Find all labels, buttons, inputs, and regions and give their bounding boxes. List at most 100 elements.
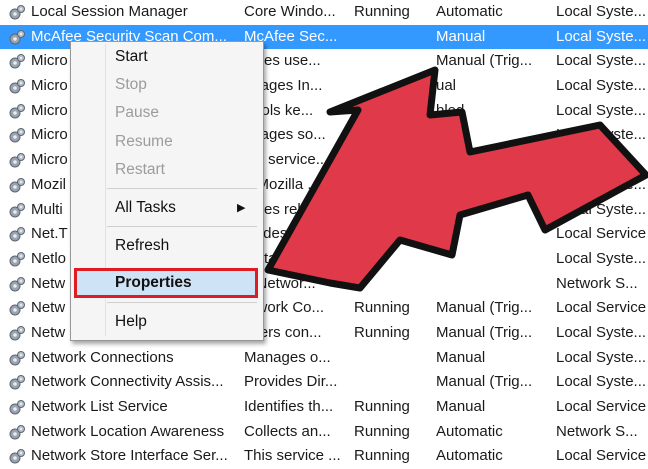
service-startup-type: Manual bbox=[436, 348, 486, 366]
gear-icon bbox=[9, 375, 25, 390]
service-row[interactable]: Network List Service Identifies th... Runn… bbox=[0, 395, 648, 420]
service-status bbox=[354, 74, 430, 99]
service-log-on-as: Local Syste... bbox=[556, 27, 647, 45]
chevron-right-icon: ▶ bbox=[237, 202, 246, 214]
menu-item-all-tasks[interactable]: All Tasks ▶ bbox=[71, 195, 263, 221]
service-description: Identifies th... bbox=[244, 398, 334, 415]
gear-icon bbox=[9, 79, 25, 94]
service-status bbox=[354, 99, 430, 124]
service-startup-type: ual bbox=[436, 77, 457, 95]
service-startup-type bbox=[436, 247, 548, 272]
gear-icon bbox=[9, 251, 25, 267]
service-status bbox=[354, 370, 430, 395]
menu-item-help[interactable]: Help bbox=[71, 309, 263, 335]
service-log-on-as: Local Syste... bbox=[556, 175, 647, 193]
gear-icon bbox=[9, 424, 25, 440]
service-log-on-as: Local Service bbox=[556, 225, 647, 243]
service-status bbox=[354, 247, 430, 272]
service-startup-type: bled bbox=[436, 101, 465, 119]
service-log-on-as: Local Syste... bbox=[556, 101, 647, 119]
service-startup-type bbox=[436, 198, 548, 223]
service-name: Local Session Manager bbox=[31, 3, 188, 20]
service-startup-type: Manual (Trig... bbox=[436, 52, 533, 70]
gear-icon bbox=[9, 301, 25, 316]
service-log-on-as: Local Syste... bbox=[556, 3, 647, 20]
gear-icon bbox=[9, 325, 25, 341]
service-startup-type bbox=[436, 222, 548, 247]
service-startup-type: Manual bbox=[436, 27, 486, 45]
service-description: Manages o... bbox=[244, 348, 331, 366]
gear-icon bbox=[9, 54, 25, 69]
service-startup-type bbox=[436, 148, 548, 173]
service-startup-type: ual bbox=[436, 126, 457, 144]
service-row[interactable]: Network Store Interface Ser... This servi… bbox=[0, 444, 648, 469]
service-description: Collects an... bbox=[244, 422, 331, 440]
service-status bbox=[354, 222, 430, 247]
service-status bbox=[354, 123, 430, 148]
service-log-on-as: Local Syste... bbox=[556, 323, 647, 341]
menu-item-pause: Pause bbox=[115, 104, 159, 121]
gear-icon bbox=[9, 103, 25, 119]
service-description: Core Windo... bbox=[244, 3, 336, 20]
menu-separator bbox=[107, 188, 257, 189]
service-status bbox=[354, 148, 430, 173]
menu-item-refresh[interactable]: Refresh bbox=[71, 233, 263, 259]
service-row[interactable]: Network Connections Manages o... Manual Loc… bbox=[0, 346, 648, 371]
service-status: Running bbox=[354, 3, 410, 20]
gear-icon bbox=[9, 29, 25, 45]
gear-icon bbox=[9, 202, 25, 217]
service-description: Provides Dir... bbox=[244, 373, 338, 391]
gear-icon bbox=[9, 276, 25, 292]
service-row[interactable]: Local Session Manager Core Windo... Runnin… bbox=[0, 0, 648, 25]
service-status: Running bbox=[354, 323, 410, 341]
service-log-on-as: Local Syste... bbox=[556, 373, 647, 391]
service-log-on-as: Local Service bbox=[556, 447, 647, 465]
service-name: Network Connectivity Assis... bbox=[31, 373, 224, 391]
service-log-on-as: Network S... bbox=[556, 422, 638, 440]
service-log-on-as: Local Syste... bbox=[556, 200, 647, 218]
menu-item-properties[interactable]: Properties bbox=[71, 270, 263, 296]
service-status: Running bbox=[354, 447, 410, 465]
service-log-on-as: Network S... bbox=[556, 274, 638, 292]
service-status: Running bbox=[354, 398, 410, 415]
service-startup-type: Automatic bbox=[436, 3, 503, 20]
service-name: Network List Service bbox=[31, 398, 168, 415]
service-name: Network Location Awareness bbox=[31, 422, 225, 440]
service-name: Network Connections bbox=[31, 348, 174, 366]
service-status bbox=[354, 346, 430, 371]
service-log-on-as: Local Service bbox=[556, 299, 647, 317]
service-row[interactable]: Network Location Awareness Collects an...… bbox=[0, 420, 648, 445]
service-log-on-as: Local Syste... bbox=[556, 77, 647, 95]
service-status bbox=[354, 25, 430, 50]
service-status: Running bbox=[354, 422, 410, 440]
menu-item-restart: Restart bbox=[115, 161, 165, 178]
gear-icon bbox=[9, 128, 25, 143]
service-log-on-as: Local Syste... bbox=[556, 348, 647, 366]
service-status: Running bbox=[354, 299, 410, 317]
service-log-on-as: Local Syste... bbox=[556, 52, 647, 70]
service-status bbox=[354, 272, 430, 297]
service-log-on-as: Local Syste... bbox=[556, 249, 647, 267]
service-log-on-as: Local Service bbox=[556, 398, 647, 415]
service-status bbox=[354, 49, 430, 74]
service-startup-type: Automatic bbox=[436, 447, 503, 465]
service-status bbox=[354, 173, 430, 198]
service-startup-type: Manual bbox=[436, 398, 486, 415]
service-row[interactable]: Network Connectivity Assis... Provides Di… bbox=[0, 370, 648, 395]
menu-item-start[interactable]: Start bbox=[71, 44, 263, 70]
gear-icon bbox=[9, 153, 25, 168]
service-startup-type bbox=[436, 272, 548, 297]
gear-icon bbox=[9, 177, 25, 193]
menu-item-stop: Stop bbox=[115, 76, 147, 93]
menu-separator bbox=[107, 302, 257, 303]
service-description: This service ... bbox=[244, 447, 341, 465]
service-log-on-as: work S... bbox=[556, 151, 615, 169]
service-startup-type: Automatic bbox=[436, 422, 503, 440]
service-startup-type: Manual (Trig... bbox=[436, 323, 533, 341]
menu-separator bbox=[107, 226, 257, 227]
service-status bbox=[354, 198, 430, 223]
service-startup-type: Manual (Trig... bbox=[436, 299, 533, 317]
gear-icon bbox=[9, 5, 25, 20]
service-startup-type: Manual (Trig... bbox=[436, 373, 533, 391]
service-startup-type bbox=[436, 173, 548, 198]
